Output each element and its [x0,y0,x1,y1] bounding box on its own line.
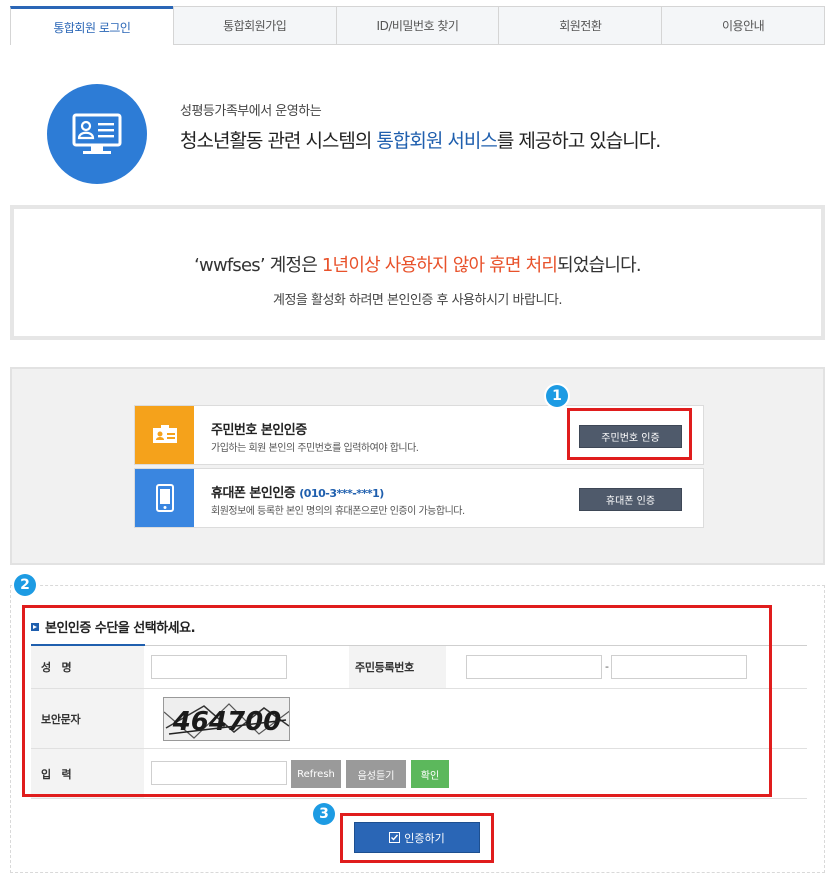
auth-method-panel: 주민번호 본인인증 가입하는 회원 본인의 주민번호를 입력하여야 합니다. 주… [10,367,825,565]
tab-find-id-password[interactable]: ID/비밀번호 찾기 [335,7,499,45]
phone-auth-card: 휴대폰 본인인증 (010-3***-***1) 회원정보에 등록한 본인 명의… [134,468,704,528]
intro-title: 청소년활동 관련 시스템의 통합회원 서비스를 제공하고 있습니다. [180,130,661,152]
dormant-instruction: 계정을 활성화 하려면 본인인증 후 사용하시기 바랍니다. [272,293,563,308]
dormant-reason: 1년이상 사용하지 않아 휴면 처리 [321,255,558,276]
callout-badge-1: 1 [546,385,568,407]
tab-signup[interactable]: 통합회원가입 [172,7,336,45]
id-card-icon [135,406,194,464]
tab-login[interactable]: 통합회원 로그인 [10,6,173,45]
highlight-box-1 [567,408,692,460]
dormant-message: ‘wwfses’ 계정은 1년이상 사용하지 않아 휴면 처리되었습니다. [194,255,642,276]
tab-guide[interactable]: 이용안내 [661,7,824,45]
rrn-auth-title: 주민번호 본인인증 [211,423,307,438]
dormant-notice: ‘wwfses’ 계정은 1년이상 사용하지 않아 휴면 처리되었습니다. 계정… [10,205,825,340]
callout-badge-3: 3 [313,803,335,825]
tab-bar: 통합회원 로그인 통합회원가입 ID/비밀번호 찾기 회원전환 이용안내 [10,6,825,45]
mobile-phone-icon [135,469,194,527]
phone-auth-button[interactable]: 휴대폰 인증 [579,488,682,511]
highlight-box-3 [340,813,494,863]
id-card-monitor-icon [47,84,147,184]
callout-badge-2: 2 [14,574,36,596]
phone-masked-number: (010-3***-***1) [299,487,384,500]
phone-auth-title: 휴대폰 본인인증 (010-3***-***1) [211,486,384,501]
intro-subtitle: 성평등가족부에서 운영하는 [180,104,322,119]
rrn-auth-desc: 가입하는 회원 본인의 주민번호를 입력하여야 합니다. [211,443,419,454]
intro-highlight: 통합회원 서비스 [376,130,497,152]
highlight-box-2 [22,605,772,797]
phone-auth-desc: 회원정보에 등록한 본인 명의의 휴대폰으로만 인증이 가능합니다. [211,506,465,517]
tab-member-conversion[interactable]: 회원전환 [498,7,662,45]
